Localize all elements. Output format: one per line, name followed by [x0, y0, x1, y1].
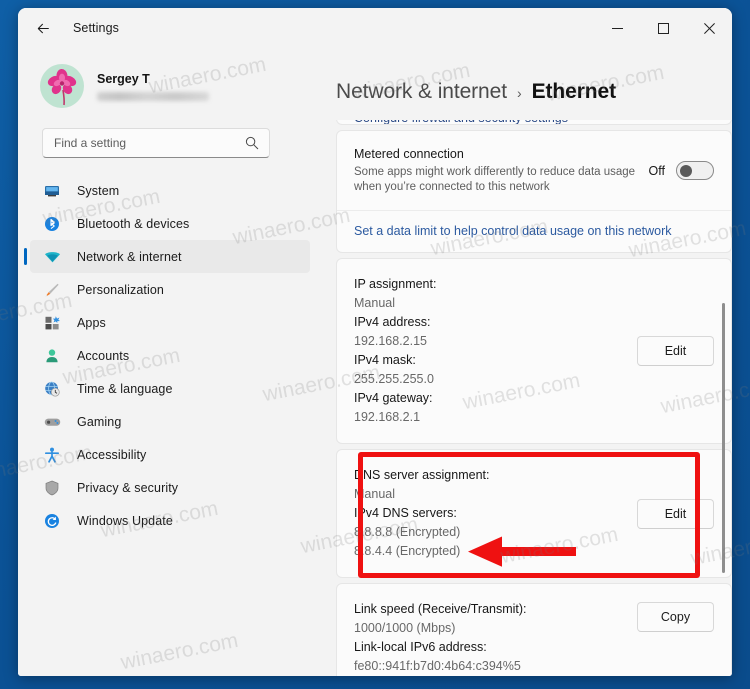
maximize-icon	[657, 22, 669, 34]
window-title: Settings	[73, 21, 119, 35]
metered-toggle-state: Off	[648, 163, 665, 178]
edit-ip-button[interactable]: Edit	[637, 336, 714, 366]
sidebar-item-label: Time & language	[77, 381, 173, 396]
property-value: 192.168.2.15	[354, 334, 427, 348]
metered-description: Some apps might work differently to redu…	[354, 166, 636, 193]
account-card[interactable]: Sergey T	[40, 64, 320, 108]
search-box[interactable]	[42, 128, 270, 158]
apps-icon	[42, 315, 62, 331]
property-key: DNS server assignment:	[354, 468, 490, 482]
sidebar-item-label: Gaming	[77, 414, 122, 429]
account-name: Sergey T	[97, 71, 150, 86]
property-value: fe80::941f:b7d0:4b64:c394%5	[354, 659, 521, 673]
account-email-blurred	[97, 91, 209, 101]
ip-assignment-card: IP assignment: Manual IPv4 address: 192.…	[336, 258, 732, 444]
gaming-icon	[42, 414, 62, 430]
back-button[interactable]	[27, 12, 59, 44]
sidebar: Sergey T Find a setting System Bluetooth…	[18, 48, 320, 676]
property-key: IPv4 DNS servers:	[354, 506, 457, 520]
property-value: 192.168.2.1	[354, 410, 421, 424]
property-key: IPv4 address:	[354, 315, 431, 329]
metered-title: Metered connection	[354, 147, 464, 161]
property-value: Manual	[354, 296, 395, 310]
toggle-knob	[680, 165, 692, 177]
edit-dns-button[interactable]: Edit	[637, 498, 714, 529]
chevron-right-icon: ›	[516, 85, 522, 101]
metered-connection-toggle[interactable]	[676, 161, 714, 180]
property-key: Link-local IPv6 address:	[354, 640, 487, 654]
property-key: Link speed (Receive/Transmit):	[354, 602, 527, 616]
sidebar-item-accessibility[interactable]: Accessibility	[30, 438, 310, 471]
property-key: IPv4 mask:	[354, 353, 416, 367]
property-value: Manual	[354, 487, 395, 501]
sidebar-item-label: Privacy & security	[77, 480, 179, 495]
window-controls	[594, 8, 732, 48]
sidebar-item-accounts[interactable]: Accounts	[30, 339, 310, 372]
accounts-icon	[42, 348, 62, 364]
page-title: Ethernet	[531, 80, 616, 103]
sidebar-item-time-language[interactable]: Time & language	[30, 372, 310, 405]
sidebar-item-system[interactable]: System	[30, 174, 310, 207]
firewall-card: Configure firewall and security settings	[336, 120, 732, 125]
network-icon	[42, 249, 62, 265]
settings-scroll-area[interactable]: Configure firewall and security settings…	[336, 120, 732, 676]
sidebar-item-network-internet[interactable]: Network & internet	[24, 240, 310, 273]
minimize-button[interactable]	[594, 8, 640, 48]
dns-assignment-card: DNS server assignment: Manual IPv4 DNS s…	[336, 449, 732, 578]
system-icon	[42, 183, 62, 199]
sidebar-item-bluetooth-devices[interactable]: Bluetooth & devices	[30, 207, 310, 240]
dns-servers-value: 8.8.8.8 (Encrypted) 8.8.4.4 (Encrypted)	[354, 525, 461, 558]
sidebar-item-label: Bluetooth & devices	[77, 216, 190, 231]
sidebar-item-label: Accounts	[77, 348, 130, 363]
configure-firewall-link[interactable]: Configure firewall and security settings	[337, 120, 731, 124]
minimize-icon	[611, 27, 623, 29]
property-key: IPv4 gateway:	[354, 391, 433, 405]
sidebar-item-label: Windows Update	[77, 513, 173, 528]
data-limit-link[interactable]: Set a data limit to help control data us…	[337, 210, 731, 252]
arrow-left-icon	[37, 23, 49, 33]
dns-properties: DNS server assignment: Manual IPv4 DNS s…	[337, 450, 731, 577]
ip-properties: IP assignment: Manual IPv4 address: 192.…	[337, 259, 731, 443]
title-bar: Settings	[18, 8, 732, 48]
sidebar-item-personalization[interactable]: Personalization	[30, 273, 310, 306]
scrollbar-thumb[interactable]	[722, 303, 725, 573]
search-icon	[245, 136, 259, 155]
privacy-security-icon	[42, 480, 62, 496]
search-input[interactable]	[43, 130, 233, 156]
main-content: Network & internet › Ethernet Configure …	[320, 48, 732, 676]
close-icon	[703, 22, 715, 34]
sidebar-item-privacy-security[interactable]: Privacy & security	[30, 471, 310, 504]
maximize-button[interactable]	[640, 8, 686, 48]
sidebar-item-label: System	[77, 183, 120, 198]
copy-button[interactable]: Copy	[637, 602, 714, 632]
bluetooth-icon	[42, 216, 62, 232]
breadcrumb-parent[interactable]: Network & internet	[336, 80, 507, 104]
metered-connection-row: Metered connection Some apps might work …	[337, 131, 731, 210]
scrollbar[interactable]	[718, 120, 730, 676]
sidebar-item-label: Personalization	[77, 282, 164, 297]
link-properties: Link speed (Receive/Transmit): 1000/1000…	[337, 584, 731, 676]
link-info-card: Link speed (Receive/Transmit): 1000/1000…	[336, 583, 732, 676]
property-value: 1000/1000 (Mbps)	[354, 621, 456, 635]
sidebar-nav: System Bluetooth & devices Network & int…	[18, 174, 320, 537]
close-button[interactable]	[686, 8, 732, 48]
sidebar-item-apps[interactable]: Apps	[30, 306, 310, 339]
sidebar-item-windows-update[interactable]: Windows Update	[30, 504, 310, 537]
sidebar-item-label: Accessibility	[77, 447, 147, 462]
accessibility-icon	[42, 447, 62, 463]
flower-avatar-icon	[47, 69, 77, 106]
sidebar-item-label: Network & internet	[77, 249, 182, 264]
avatar	[40, 64, 84, 108]
breadcrumb: Network & internet › Ethernet	[320, 80, 732, 104]
sidebar-item-gaming[interactable]: Gaming	[30, 405, 310, 438]
property-key: IP assignment:	[354, 277, 437, 291]
property-value: 255.255.255.0	[354, 372, 434, 386]
windows-update-icon	[42, 513, 62, 529]
personalization-icon	[42, 282, 62, 298]
metered-connection-card: Metered connection Some apps might work …	[336, 130, 732, 253]
settings-window: Settings Sergey T Find a setting System …	[18, 8, 732, 676]
sidebar-item-label: Apps	[77, 315, 106, 330]
time-language-icon	[42, 381, 62, 397]
